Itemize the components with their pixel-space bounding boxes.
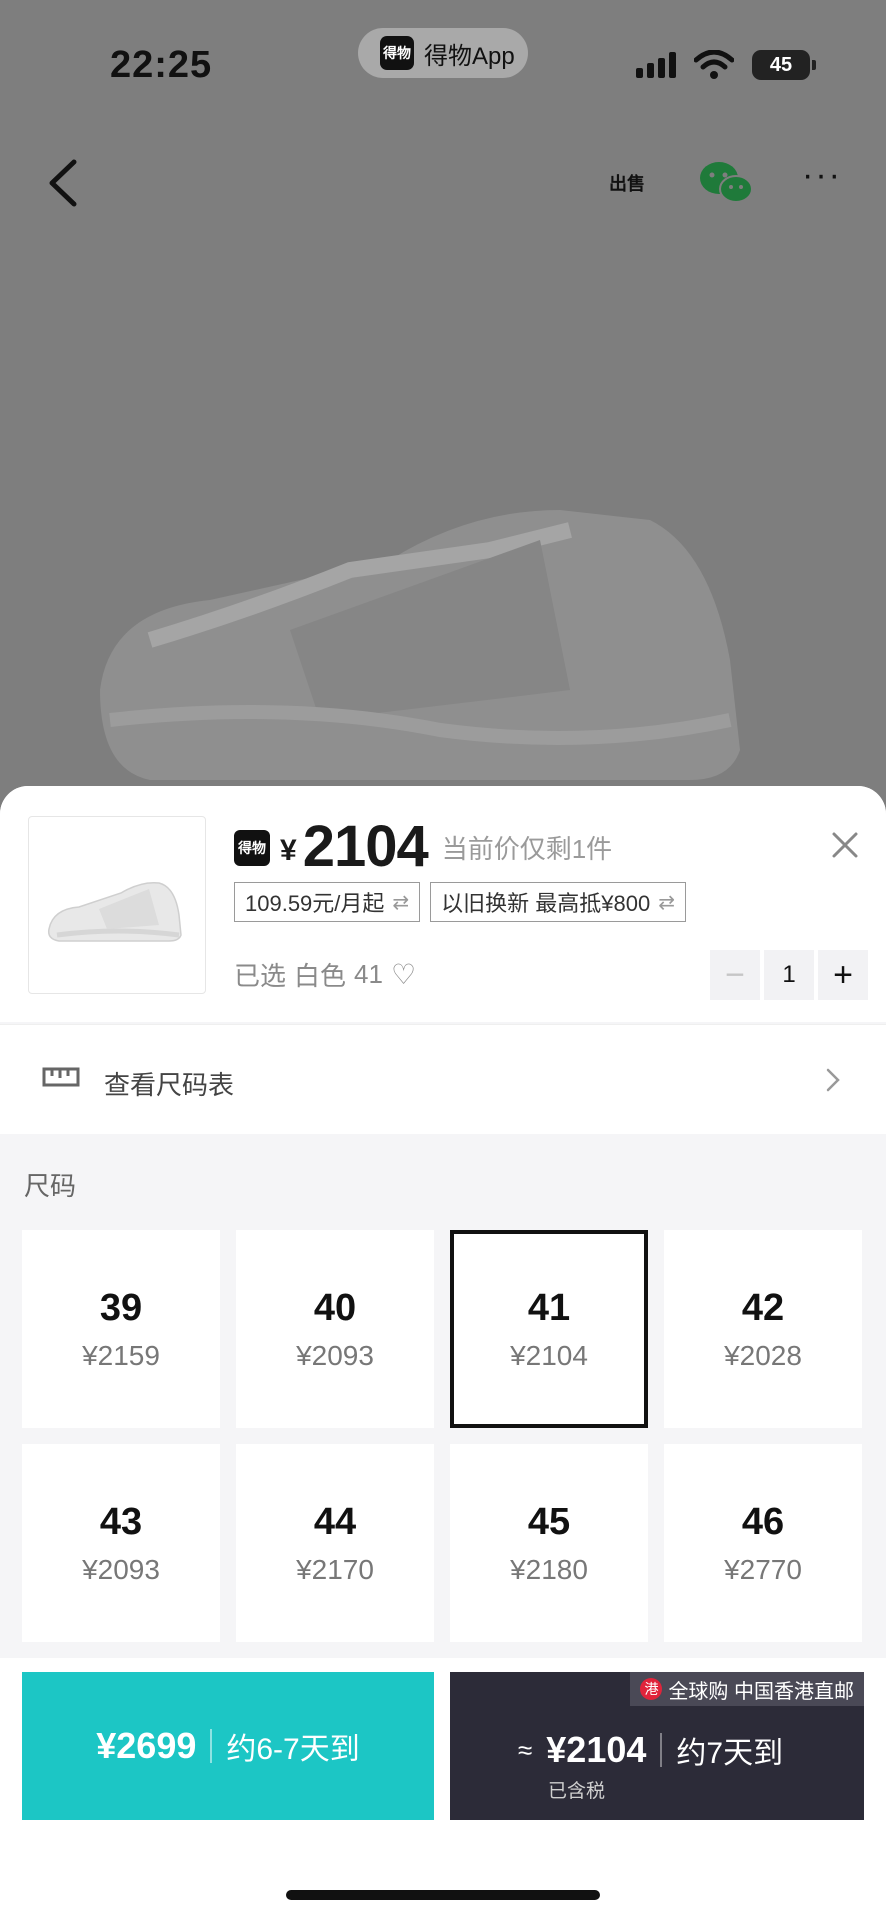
sku-selector-sheet: 得物 ¥ 2104 当前价仅剩1件 109.59元/月起 ⇄ 以旧换新 最高抵¥… [0,786,886,1920]
tradein-tag-label: 以旧换新 最高抵¥800 [441,891,651,916]
app-logo: 得物 [380,36,414,70]
size-value: 42 [741,1286,785,1329]
size-price: ¥2170 [296,1553,374,1585]
fast-price: ¥2699 [96,1725,197,1766]
size-option[interactable]: 42 ¥2028 [664,1230,862,1428]
swap-icon: ⇄ [658,891,675,914]
size-option-selected[interactable]: 41 ¥2104 [450,1230,648,1428]
fast-delivery-buy-button[interactable]: ¥2699 约6-7天到 [22,1672,434,1820]
selected-summary: 已选 白色 41 ♡ [234,956,416,993]
size-price: ¥2770 [724,1553,802,1585]
sku-header: 得物 ¥ 2104 当前价仅剩1件 109.59元/月起 ⇄ 以旧换新 最高抵¥… [0,786,886,1022]
more-icon[interactable]: ··· [802,158,848,194]
size-price: ¥2159 [82,1339,160,1371]
size-option[interactable]: 40 ¥2093 [236,1230,434,1428]
size-chart-link[interactable]: 查看尺码表 [0,1024,886,1134]
close-icon[interactable] [830,830,860,860]
shoe-thumbnail-image [47,881,182,942]
current-price: 2104 [302,814,429,879]
installment-tag[interactable]: 109.59元/月起 ⇄ [234,882,421,922]
size-grid: 39 ¥2159 40 ¥2093 41 ¥2104 42 ¥2028 43 ¥… [22,1230,864,1642]
installment-tag-label: 109.59元/月起 [245,891,385,916]
size-chart-label: 查看尺码表 [104,1070,235,1100]
size-value: 45 [527,1500,571,1543]
size-option[interactable]: 39 ¥2159 [22,1230,220,1428]
size-value: 44 [313,1500,357,1543]
selected-color: 白色 [294,961,347,991]
size-value: 43 [99,1500,143,1543]
quantity-value[interactable]: 1 [764,950,814,1000]
size-option[interactable]: 43 ¥2093 [22,1444,220,1642]
fast-delivery-time: 约6-7天到 [226,1733,360,1766]
sell-button[interactable]: 出售 [604,160,650,206]
price-row: 得物 ¥ 2104 当前价仅剩1件 [234,810,612,876]
product-thumbnail[interactable] [28,816,206,994]
status-time: 22:25 [110,44,213,86]
global-delivery-time: 约7天到 [676,1737,784,1770]
global-shipping-badge: 港 全球购 中国香港直邮 [630,1672,864,1706]
size-option[interactable]: 44 ¥2170 [236,1444,434,1642]
size-option[interactable]: 45 ¥2180 [450,1444,648,1642]
currency-symbol: ¥ [280,834,297,867]
chevron-right-icon [826,1068,840,1092]
heart-icon[interactable]: ♡ [391,958,416,991]
tradein-tag[interactable]: 以旧换新 最高抵¥800 ⇄ [430,882,686,922]
size-option[interactable]: 46 ¥2770 [664,1444,862,1642]
chevron-left-icon[interactable] [44,158,84,208]
ruler-icon [42,1067,80,1087]
signal-icon [636,52,676,78]
size-value: 40 [313,1286,357,1329]
brand-icon: 得物 [234,830,270,866]
home-indicator[interactable] [286,1890,600,1900]
size-value: 39 [99,1286,143,1329]
size-value: 46 [741,1500,785,1543]
hong-kong-flag-icon: 港 [640,1678,663,1700]
approx-symbol: ≈ [518,1734,533,1765]
selected-size: 41 [354,959,383,989]
size-price: ¥2093 [82,1553,160,1585]
decrease-button[interactable]: − [710,950,760,1000]
size-price: ¥2180 [510,1553,588,1585]
size-price: ¥2104 [510,1339,588,1371]
wifi-icon [694,50,734,79]
source-app-pill[interactable]: 得物 得物App [358,28,528,78]
price-note: 当前价仅剩1件 [441,834,613,864]
promo-tags: 109.59元/月起 ⇄ 以旧换新 最高抵¥800 ⇄ [234,882,686,922]
size-value: 41 [527,1286,571,1329]
status-bar: 22:25 得物 得物App 45 [0,0,886,120]
size-section-label: 尺码 [24,1171,77,1201]
size-price: ¥2028 [724,1339,802,1371]
selected-label: 已选 [234,961,287,991]
global-price: ¥2104 [546,1729,647,1770]
wechat-icon[interactable] [698,160,754,206]
purchase-bar: ¥2699 约6-7天到 港 全球购 中国香港直邮 ≈ ¥2104 约7天到 已… [0,1658,886,1920]
global-price-row: ≈ ¥2104 约7天到 [518,1728,783,1772]
divider [210,1729,213,1763]
increase-button[interactable]: + [818,950,868,1000]
product-image [100,510,740,780]
global-buy-button[interactable]: 港 全球购 中国香港直邮 ≈ ¥2104 约7天到 已含税 [450,1672,864,1820]
global-badge-label: 全球购 中国香港直邮 [668,1680,854,1703]
app-name: 得物App [424,42,515,70]
divider [660,1733,663,1767]
size-price: ¥2093 [296,1339,374,1371]
swap-icon: ⇄ [392,891,410,914]
quantity-stepper: − 1 + [710,950,868,1000]
battery-icon: 45 [752,50,816,80]
tax-included-note: 已含税 [548,1781,606,1802]
